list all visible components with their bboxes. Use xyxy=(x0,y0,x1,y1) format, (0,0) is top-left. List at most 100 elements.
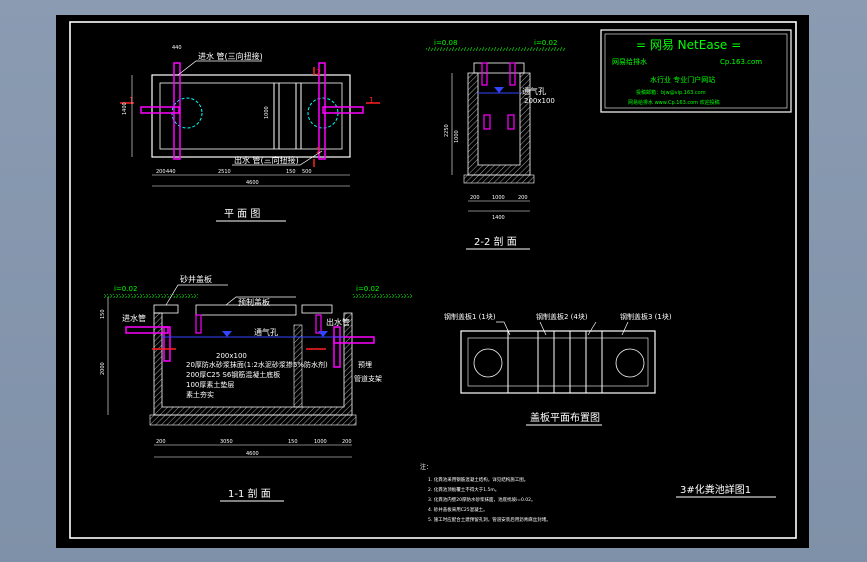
dim-label: 4600 xyxy=(246,451,259,457)
cad-viewport: 1 1 2 2 进水 管(三向扭接) 出水 管(三向扭接) 200 440 25… xyxy=(0,0,867,562)
vent-size-label: 200x100 xyxy=(524,97,555,105)
inlet-riser xyxy=(163,326,171,362)
cover2-label: 钢制盖板2 (4块) xyxy=(536,312,588,321)
cover-manhole-left xyxy=(473,348,503,378)
vent-pipe xyxy=(481,62,488,86)
section-2-2: i=0.08 i=0.02 通气孔 200x100 2250 1000 200 … xyxy=(426,39,566,250)
note-line: 200厚C25 S6钢筋混凝土底板 xyxy=(186,370,280,379)
water-mark xyxy=(318,331,328,337)
note-item: 1. 化粪池采用钢筋混凝土结构，详见结构施工图。 xyxy=(428,476,528,483)
vent-pipe xyxy=(509,62,516,86)
section-mark: 2 xyxy=(316,146,321,155)
dim-label: 1000 xyxy=(454,130,460,143)
outlet-label: 出水管 xyxy=(326,317,350,327)
note-item: 3. 化粪池内壁20厚防水砂浆抹面，池底找坡i=0.02。 xyxy=(428,496,536,503)
logo-left-text: 网易给排水 xyxy=(612,57,647,66)
level-label: i=0.02 xyxy=(114,285,137,293)
dim-label: 2250 xyxy=(444,124,450,137)
dim-label: 1000 xyxy=(492,195,505,201)
section22-title: 2-2 剖 面 xyxy=(474,235,517,248)
netease-logo-box: = 网易 NetEase = 网易给排水 Cp.163.com 水行业 专业门户… xyxy=(600,29,792,113)
dim-label: 150 xyxy=(288,439,298,445)
dim-label: 440 xyxy=(166,169,176,175)
outlet-label: 出水 管(三向扭接) xyxy=(234,155,299,165)
note-line: 100厚素土垫层 xyxy=(186,380,234,389)
section11-title: 1-1 剖 面 xyxy=(228,487,271,500)
cover1-label: 钢制盖板1 (1块) xyxy=(444,312,496,321)
note-item: 2. 化粪池顶板覆土不得大于1.5m。 xyxy=(428,486,499,493)
tank-base xyxy=(149,414,357,426)
note-line: 素土夯实 xyxy=(186,390,214,399)
vent-label: 通气孔 xyxy=(254,327,278,337)
logo-line4: 网易给排水 www.Cp.163.com 欢迎投稿 xyxy=(628,99,720,106)
notes-heading: 注： xyxy=(420,463,432,471)
cover3-label: 钢制盖板3 (1块) xyxy=(620,312,672,321)
sand-cover xyxy=(153,304,179,314)
precast-label: 预埋 xyxy=(358,360,372,369)
dim-label: 1000 xyxy=(264,106,270,119)
section-mark: 1 xyxy=(369,96,374,105)
dim-label: 150 xyxy=(286,169,296,175)
sand-cover xyxy=(301,304,333,314)
leader xyxy=(177,60,262,76)
section-mark: 1 xyxy=(129,96,134,105)
leader xyxy=(539,321,547,336)
vent-size-label: 200x100 xyxy=(216,352,247,360)
drawing-title: 3#化粪池詳图1 xyxy=(680,483,751,496)
dim-label: 2000 xyxy=(100,362,106,375)
dim-label: 1400 xyxy=(122,102,128,115)
pipe-section xyxy=(483,114,491,130)
dim-label: 1000 xyxy=(314,439,327,445)
dim-label: 4600 xyxy=(246,180,259,186)
pipe-section xyxy=(507,114,515,130)
cover-outer xyxy=(460,330,656,394)
dim-label: 1400 xyxy=(492,215,505,221)
plan-inner-wall xyxy=(159,82,343,150)
dim-label: 200 xyxy=(518,195,528,201)
outlet-pipe xyxy=(322,106,364,114)
ground-strip xyxy=(104,294,198,298)
logo-line2: 水行业 专业门户网站 xyxy=(650,75,715,84)
plan-title: 平 面 图 xyxy=(224,208,260,220)
level-label: i=0.08 xyxy=(434,39,457,47)
logo-line3: 投稿邮箱：bjw@vip.163.com xyxy=(636,89,706,96)
tank-base xyxy=(463,174,535,184)
drawing-title-block: 3#化粪池詳图1 xyxy=(676,483,776,498)
drawing-sheet: 1 1 2 2 进水 管(三向扭接) 出水 管(三向扭接) 200 440 25… xyxy=(56,15,809,548)
cover-inner xyxy=(467,337,649,387)
vent-label: 通气孔 xyxy=(522,86,546,96)
dim-label: 200 xyxy=(156,439,166,445)
level-label: i=0.02 xyxy=(356,285,379,293)
note-item: 4. 砂井盖板采用C25混凝土。 xyxy=(428,506,488,513)
bracket-label: 管道支架 xyxy=(354,374,382,383)
logo-site: Cp.163.com xyxy=(720,58,762,66)
vent-riser xyxy=(315,314,322,334)
ground-strip xyxy=(352,294,412,298)
dim-label: 200 xyxy=(156,169,166,175)
ground-strip xyxy=(426,47,566,51)
dim-label: 2510 xyxy=(218,169,231,175)
water-mark xyxy=(222,331,232,337)
dim-label: 200 xyxy=(470,195,480,201)
cover-plan-title: 盖板平面布置图 xyxy=(530,411,600,424)
dim-label: 440 xyxy=(172,45,182,51)
vent-riser xyxy=(195,314,202,334)
inlet-label: 进水管 xyxy=(122,313,146,323)
leader xyxy=(621,321,629,336)
inlet-label: 进水 管(三向扭接) xyxy=(198,51,263,61)
logo-brand: = 网易 NetEase = xyxy=(636,38,741,52)
dim-label: 500 xyxy=(302,169,312,175)
cover-plan: 钢制盖板1 (1块) 钢制盖板2 (4块) 钢制盖板3 (1块) 盖板平面布置图 xyxy=(444,312,672,426)
plan-outer-wall xyxy=(151,74,351,158)
outlet-riser xyxy=(333,326,341,368)
dim-label: 200 xyxy=(342,439,352,445)
plan-view: 1 1 2 2 进水 管(三向扭接) 出水 管(三向扭接) 200 440 25… xyxy=(120,45,380,222)
precast-cover-label: 预制盖板 xyxy=(238,297,270,307)
dim-label: 3050 xyxy=(220,439,233,445)
notes-block: 注： 1. 化粪池采用钢筋混凝土结构，详见结构施工图。 2. 化粪池顶板覆土不得… xyxy=(420,463,551,523)
dim-label: 150 xyxy=(100,309,106,319)
leader xyxy=(587,321,597,336)
sand-cover-label: 砂井盖板 xyxy=(180,274,212,284)
section-1-1: i=0.02 i=0.02 砂井盖板 预制盖板 进水管 出水管 通气孔 200x… xyxy=(100,274,412,502)
outlet-riser xyxy=(318,62,326,160)
